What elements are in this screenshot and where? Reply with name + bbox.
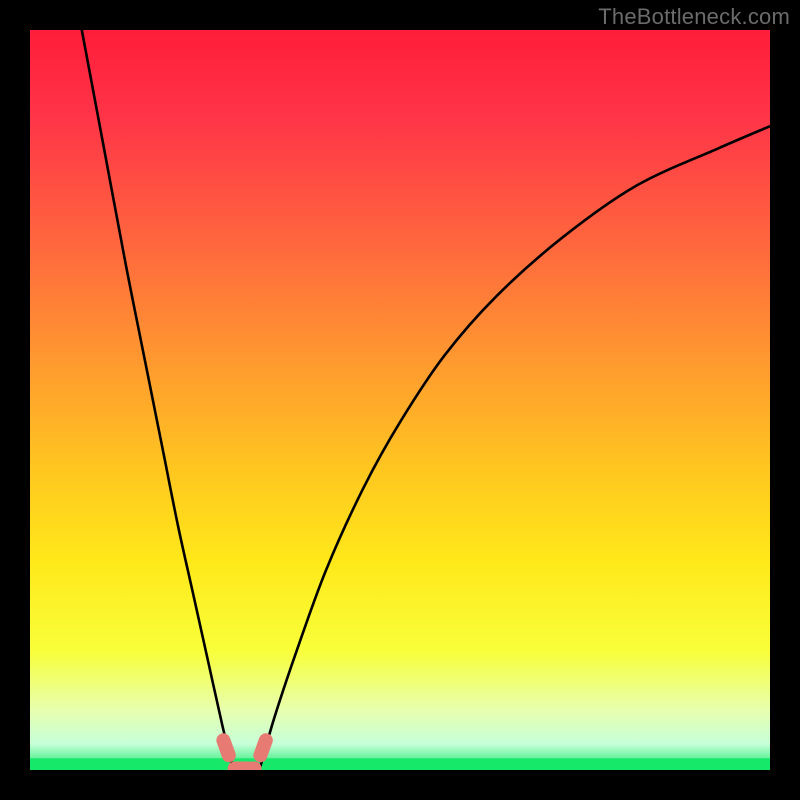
watermark-text: TheBottleneck.com	[598, 4, 790, 30]
border-left	[0, 0, 30, 800]
bottleneck-chart	[0, 0, 800, 800]
plot-background	[30, 30, 770, 770]
border-bottom	[0, 770, 800, 800]
chart-frame: TheBottleneck.com	[0, 0, 800, 800]
border-right	[770, 0, 800, 800]
sweet-spot-band	[30, 758, 770, 770]
